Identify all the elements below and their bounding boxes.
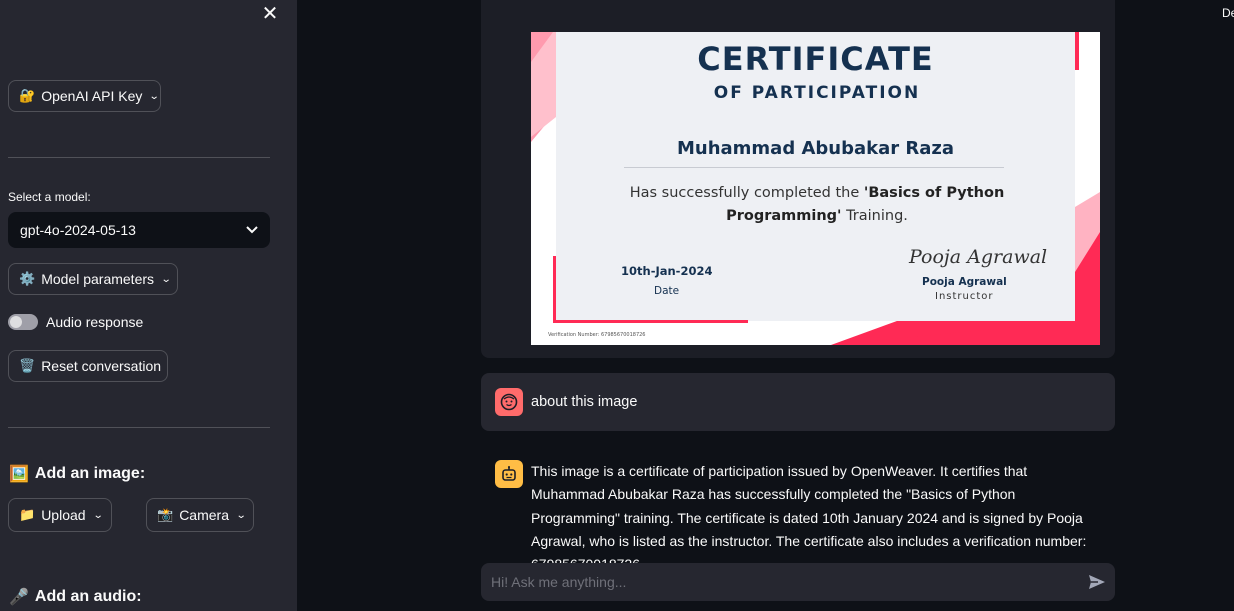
certificate-title: CERTIFICATE: [697, 40, 934, 78]
certificate-rule: [624, 167, 1004, 168]
toggle-knob: [10, 316, 22, 328]
user-message: about this image: [481, 373, 1115, 431]
chevron-down-icon: ⌄: [149, 90, 161, 102]
picture-icon: 🖼️: [9, 466, 29, 483]
audio-response-label: Audio response: [46, 314, 144, 330]
certificate-body-prefix: Has successfully completed the: [629, 185, 864, 201]
sidebar: ✕ 🔐 OpenAI API Key ⌄ Select a model: gpt…: [0, 0, 297, 611]
add-image-heading-text: Add an image:: [34, 465, 146, 482]
api-key-expander[interactable]: 🔐 OpenAI API Key ⌄: [8, 80, 161, 112]
gear-icon: ⚙️: [19, 271, 36, 286]
robot-icon: [502, 466, 516, 481]
certificate-signer-name: Pooja Agrawal: [922, 276, 1007, 288]
certificate-body: Has successfully completed the 'Basics o…: [611, 182, 1023, 228]
chevron-down-icon: [246, 226, 258, 234]
certificate-image: CERTIFICATE OF PARTICIPATION Muhammad Ab…: [531, 32, 1100, 345]
certificate-body-suffix: Training.: [841, 208, 908, 224]
camera-label: Camera: [179, 507, 229, 523]
audio-response-toggle[interactable]: [8, 314, 38, 330]
reset-conversation-button[interactable]: 🗑️ Reset conversation: [8, 350, 168, 382]
audio-response-row: Audio response: [8, 314, 143, 330]
add-audio-heading-text: Add an audio:: [34, 588, 142, 605]
camera-icon: 📸: [157, 507, 174, 522]
camera-expander[interactable]: 📸 Camera ⌄: [146, 498, 254, 532]
chevron-down-icon: ⌄: [92, 509, 104, 521]
chat-input-bar: [481, 563, 1115, 601]
reset-conversation-label: Reset conversation: [41, 358, 162, 374]
certificate-date-label: Date: [654, 285, 680, 297]
folder-icon: 📁: [19, 507, 36, 522]
certificate-verification: Verification Number: 67985670018726: [548, 332, 646, 338]
main-area: Deploy CERTIFICATE O: [297, 0, 1234, 611]
lock-icon: 🔐: [19, 88, 36, 103]
api-key-label: OpenAI API Key: [41, 88, 143, 104]
sidebar-divider: [8, 157, 270, 158]
certificate-date: 10th-Jan-2024: [621, 264, 713, 278]
user-face-icon: [500, 393, 518, 411]
model-select-value: gpt-4o-2024-05-13: [20, 222, 136, 238]
chat-input[interactable]: [489, 573, 1087, 591]
user-message-text: about this image: [531, 394, 638, 410]
model-select[interactable]: gpt-4o-2024-05-13: [8, 212, 270, 248]
upload-label: Upload: [41, 507, 86, 523]
close-sidebar-button[interactable]: ✕: [260, 4, 280, 24]
add-audio-heading: 🎤 Add an audio:: [9, 587, 142, 607]
microphone-icon: 🎤: [9, 589, 29, 606]
certificate-signature: Pooja Agrawal: [909, 246, 1048, 268]
image-message: CERTIFICATE OF PARTICIPATION Muhammad Ab…: [481, 0, 1115, 358]
model-parameters-label: Model parameters: [41, 271, 155, 287]
chevron-down-icon: ⌄: [235, 509, 247, 521]
trash-icon: 🗑️: [19, 358, 36, 373]
certificate-recipient: Muhammad Abubakar Raza: [676, 138, 955, 159]
certificate-subtitle: OF PARTICIPATION: [713, 83, 921, 103]
chevron-down-icon: ⌄: [160, 273, 172, 285]
model-parameters-expander[interactable]: ⚙️ Model parameters ⌄: [8, 263, 178, 295]
add-image-heading: 🖼️ Add an image:: [9, 464, 145, 484]
certificate-signer-title: Instructor: [935, 291, 994, 302]
user-avatar: [495, 388, 523, 416]
send-icon[interactable]: [1087, 572, 1107, 592]
sidebar-divider: [8, 427, 270, 428]
model-select-label: Select a model:: [8, 190, 91, 204]
assistant-avatar: [495, 460, 523, 488]
deploy-button[interactable]: Deploy: [1222, 6, 1234, 20]
upload-expander[interactable]: 📁 Upload ⌄: [8, 498, 112, 532]
assistant-message-text: This image is a certificate of participa…: [531, 463, 1087, 572]
